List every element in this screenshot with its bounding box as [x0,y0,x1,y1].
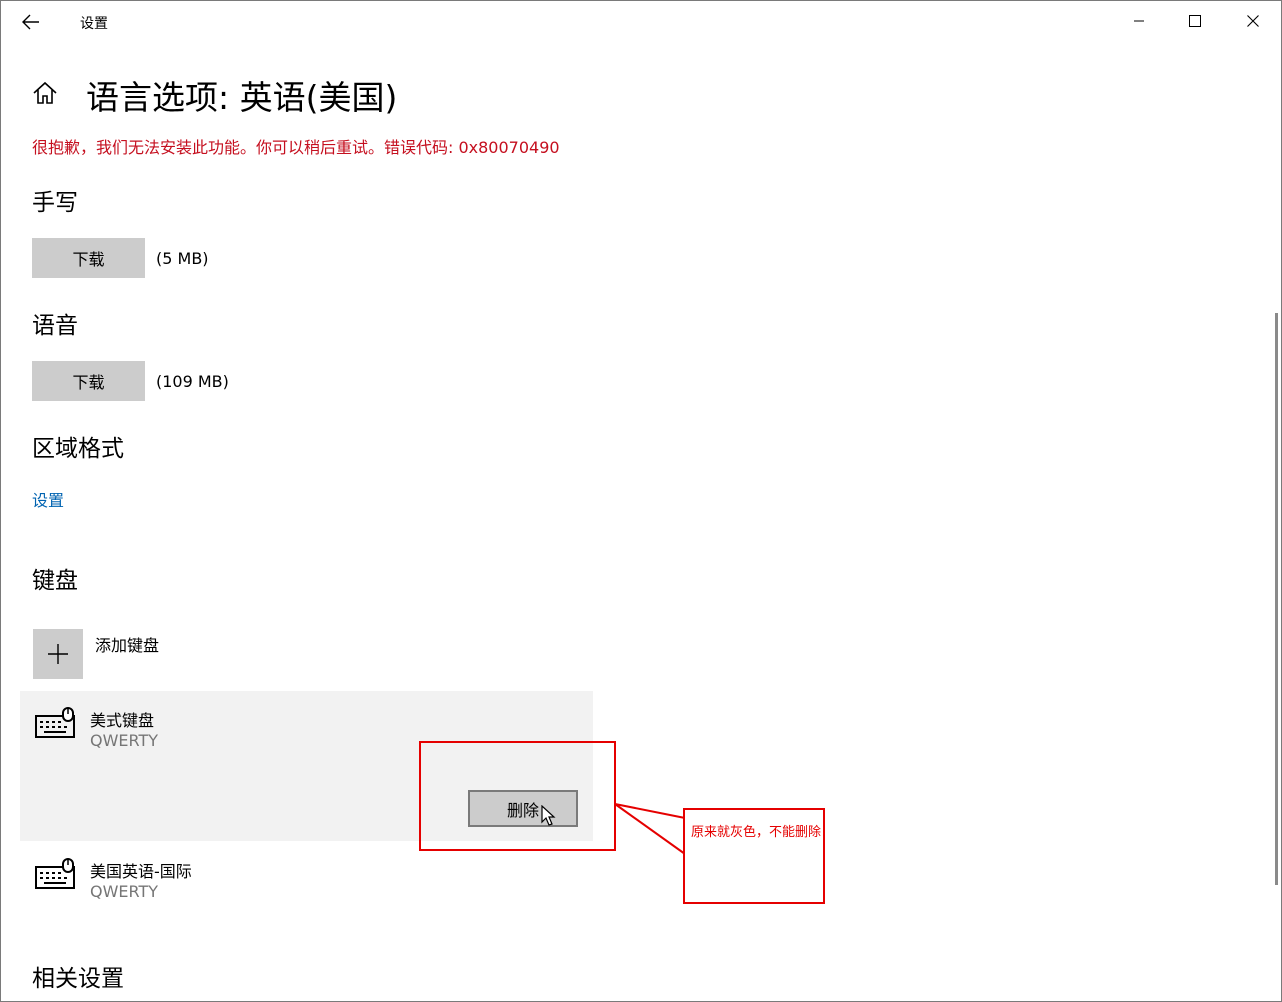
close-button[interactable] [1225,1,1281,41]
annotation-highlight-box [419,741,616,851]
window-title: 设置 [80,16,108,32]
handwriting-size: (5 MB) [156,249,209,268]
annotation-pointer [614,803,686,855]
maximize-icon [1189,15,1201,27]
title-bar: 设置 [1,1,1281,43]
speech-download-button[interactable]: 下载 [32,361,145,401]
keyboard-name[interactable]: 美国英语-国际 [90,858,192,882]
page-title: 语言选项: 英语(美国) [86,78,398,117]
keyboard-layout: QWERTY [90,731,159,750]
regional-settings-link[interactable]: 设置 [32,487,64,511]
section-title-regional-format: 区域格式 [32,436,124,462]
section-title-handwriting: 手写 [32,190,78,216]
plus-icon [48,644,68,664]
home-button[interactable] [31,79,59,107]
error-message: 很抱歉，我们无法安装此功能。你可以稍后重试。错误代码: 0x80070490 [32,138,560,157]
add-keyboard-button[interactable] [33,629,83,679]
home-icon [33,81,57,104]
speech-size: (109 MB) [156,372,229,391]
back-button[interactable] [15,7,47,37]
minimize-icon [1134,20,1144,22]
add-keyboard-label[interactable]: 添加键盘 [95,632,159,656]
maximize-button[interactable] [1167,1,1223,41]
section-title-speech: 语音 [32,313,78,339]
settings-window: 设置 语言选项: 英语(美国) 很抱歉，我们无法安装此功能。你可以稍后重试。错误… [0,0,1282,1002]
handwriting-download-button[interactable]: 下载 [32,238,145,278]
annotation-callout: 原来就灰色，不能删除 [683,808,825,904]
section-title-keyboard: 键盘 [32,568,78,594]
keyboard-layout: QWERTY [90,882,159,901]
keyboard-icon [35,707,75,738]
keyboard-icon [35,858,75,889]
minimize-button[interactable] [1111,1,1167,41]
scrollbar[interactable] [1275,313,1278,885]
section-title-related-settings: 相关设置 [32,966,124,992]
keyboard-name: 美式键盘 [90,711,155,730]
annotation-text: 原来就灰色，不能删除 [691,825,822,840]
close-icon [1247,15,1259,27]
back-arrow-icon [22,14,39,30]
